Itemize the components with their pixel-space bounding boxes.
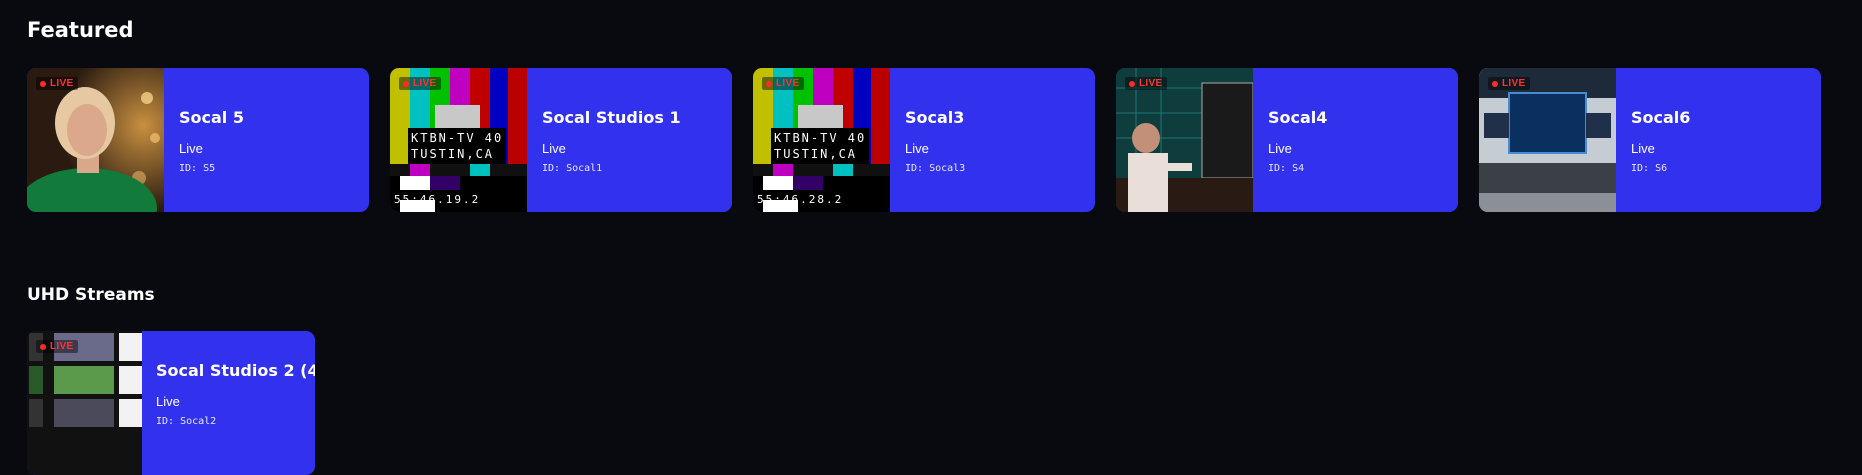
timecode-overlay: 55:46.28.2 (757, 193, 844, 206)
stream-thumbnail: LIVE KTBN-TV 40 TUSTIN,CA 55:46.19.2 (390, 68, 527, 212)
stream-id: ID: Socal2 (156, 416, 217, 427)
station-id-overlay: KTBN-TV 40 TUSTIN,CA (408, 128, 507, 164)
live-badge: LIVE (36, 340, 79, 353)
stream-id: ID: Socal3 (905, 163, 966, 174)
stream-thumbnail: LIVE KTBN-TV 40 TUSTIN,CA 55:46.28.2 (753, 68, 890, 212)
stream-card-socal-studios-2-4k[interactable]: LIVE Socal Studios 2 (4k) Live ID: Socal… (27, 331, 315, 475)
stream-title: Socal4 (1268, 108, 1328, 127)
stream-card-socal3[interactable]: LIVE KTBN-TV 40 TUSTIN,CA 55:46.28.2 Soc… (753, 68, 1095, 212)
stream-card-socal-studios-1[interactable]: LIVE KTBN-TV 40 TUSTIN,CA 55:46.19.2 Soc… (390, 68, 732, 212)
stream-id: ID: S6 (1631, 163, 1668, 174)
featured-row: LIVE Socal 5 Live ID: S5 LIVE KTBN-TV 40… (27, 68, 1821, 212)
stream-title: Socal3 (905, 108, 965, 127)
stream-title: Socal 5 (179, 108, 244, 127)
live-badge: LIVE (1488, 77, 1531, 90)
stream-id: ID: Socal1 (542, 163, 603, 174)
stream-thumbnail: LIVE (1479, 68, 1616, 212)
stream-thumbnail: LIVE (27, 331, 142, 475)
uhd-section-title: UHD Streams (27, 285, 155, 305)
stream-status: Live (179, 141, 203, 156)
live-badge: LIVE (1125, 77, 1168, 90)
stream-thumbnail: LIVE (1116, 68, 1253, 212)
stream-title: Socal6 (1631, 108, 1691, 127)
stream-card-socal5[interactable]: LIVE Socal 5 Live ID: S5 (27, 68, 369, 212)
stream-thumbnail: LIVE (27, 68, 164, 212)
stream-status: Live (1268, 141, 1292, 156)
live-badge: LIVE (399, 77, 442, 90)
featured-section-title: Featured (27, 18, 134, 42)
station-id-overlay: KTBN-TV 40 TUSTIN,CA (771, 128, 870, 164)
stream-id: ID: S5 (179, 163, 216, 174)
uhd-row: LIVE Socal Studios 2 (4k) Live ID: Socal… (27, 331, 315, 475)
stream-title: Socal Studios 2 (4k) (156, 361, 315, 380)
stream-status: Live (1631, 141, 1655, 156)
stream-status: Live (542, 141, 566, 156)
stream-status: Live (156, 394, 180, 409)
timecode-overlay: 55:46.19.2 (394, 193, 481, 206)
stream-card-socal4[interactable]: LIVE Socal4 Live ID: S4 (1116, 68, 1458, 212)
stream-card-socal6[interactable]: LIVE Socal6 Live ID: S6 (1479, 68, 1821, 212)
live-badge: LIVE (36, 77, 79, 90)
stream-status: Live (905, 141, 929, 156)
stream-title: Socal Studios 1 (542, 108, 681, 127)
live-badge: LIVE (762, 77, 805, 90)
stream-id: ID: S4 (1268, 163, 1305, 174)
